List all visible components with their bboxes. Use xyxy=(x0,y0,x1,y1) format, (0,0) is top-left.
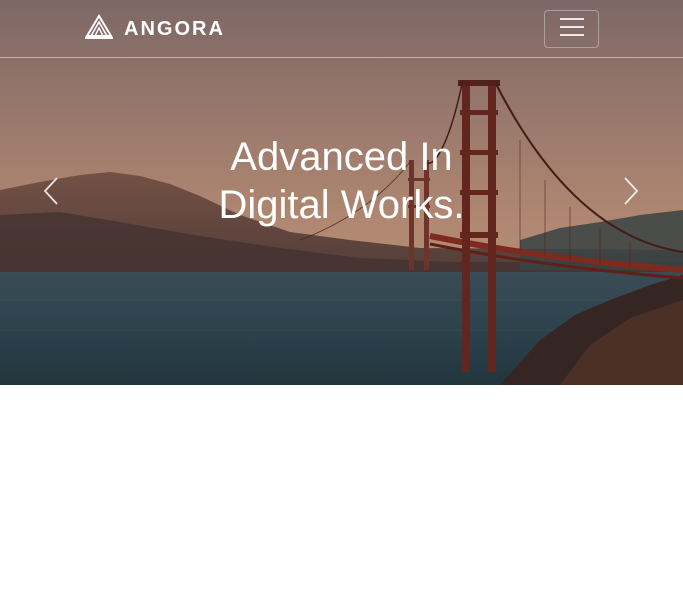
menu-toggle-button[interactable] xyxy=(544,10,599,48)
page-content-area xyxy=(0,385,683,609)
hamburger-menu-icon xyxy=(559,17,585,42)
carousel-prev-button[interactable] xyxy=(36,176,66,210)
brand-name: ANGORA xyxy=(124,17,225,40)
chevron-right-icon xyxy=(622,176,640,211)
angora-logo-icon xyxy=(84,13,114,45)
headline-line-1: Advanced In xyxy=(230,135,453,179)
hero-carousel: ANGORA Advanced In Digital Works. xyxy=(0,0,683,385)
brand-logo-link[interactable]: ANGORA xyxy=(84,13,225,45)
carousel-next-button[interactable] xyxy=(616,176,646,210)
hero-headline: Advanced In Digital Works. xyxy=(0,133,683,229)
navbar: ANGORA xyxy=(0,0,683,58)
headline-line-2: Digital Works. xyxy=(218,183,465,227)
chevron-left-icon xyxy=(42,176,60,211)
